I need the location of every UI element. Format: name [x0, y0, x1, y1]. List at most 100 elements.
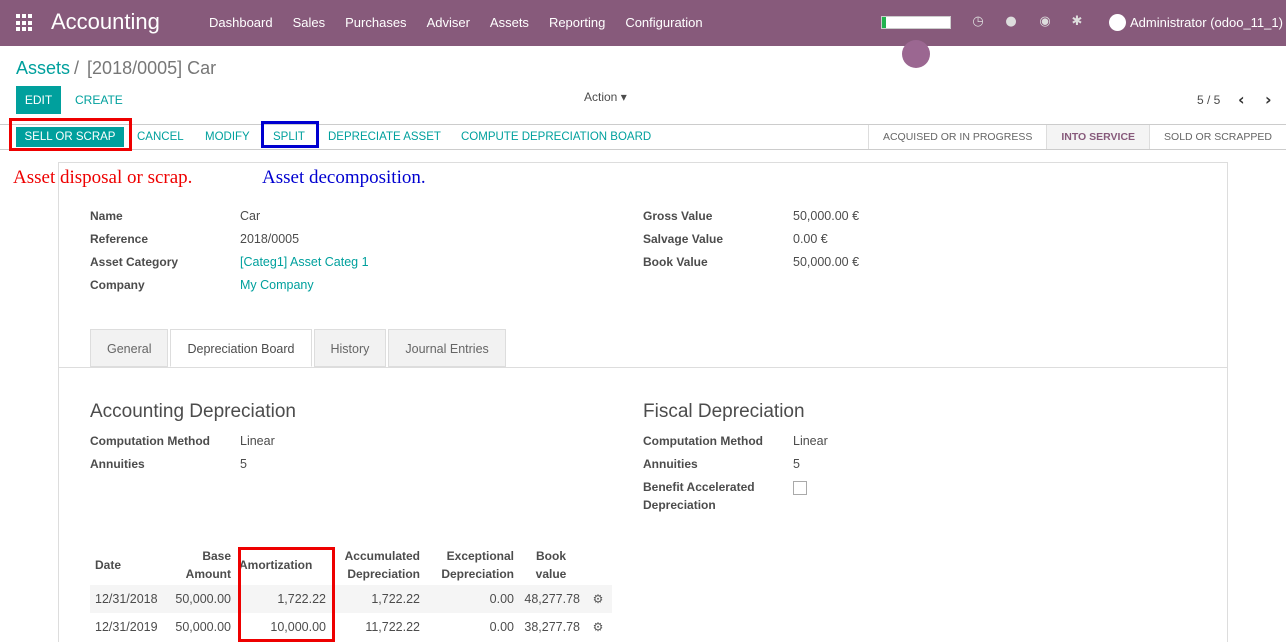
fiscal-depreciation-title: Fiscal Depreciation [643, 401, 805, 422]
stage-into-service[interactable]: INTO SERVICE [1046, 125, 1150, 149]
cancel-button[interactable]: CANCEL [137, 127, 184, 147]
header-accumulated-depreciation[interactable]: Accumulated Depreciation [330, 544, 424, 585]
highlight-amortization [238, 547, 335, 642]
header-book-value[interactable]: Book value [518, 544, 584, 585]
header-date[interactable]: Date [90, 544, 170, 585]
depreciation-table: Date Base Amount Amortization Accumulated… [90, 544, 612, 641]
benefit-accelerated-checkbox[interactable] [793, 481, 807, 495]
highlight-sell-or-scrap [9, 118, 132, 151]
label-name: Name [90, 209, 123, 223]
apps-menu-icon[interactable] [16, 14, 34, 32]
menu-dashboard[interactable]: Dashboard [209, 15, 273, 30]
progress-fill [882, 17, 887, 28]
table-row[interactable]: 12/31/2019 50,000.00 10,000.00 11,722.22… [90, 613, 612, 641]
action-dropdown[interactable]: Action ▾ [584, 90, 627, 104]
edit-button[interactable]: EDIT [16, 86, 61, 114]
chevron-right-icon[interactable]: › [1265, 90, 1272, 109]
chevron-left-icon[interactable]: ‹ [1238, 90, 1245, 109]
pager-value: 5 / 5 [1197, 93, 1221, 107]
breadcrumb-current: [2018/0005] Car [87, 58, 217, 78]
label-fis-method: Computation Method [643, 434, 763, 448]
top-navbar: Accounting Dashboard Sales Purchases Adv… [0, 0, 1286, 46]
tab-history[interactable]: History [313, 329, 387, 367]
label-company: Company [90, 278, 145, 292]
main-menu: Dashboard Sales Purchases Adviser Assets… [199, 15, 713, 30]
annotation-disposal: Asset disposal or scrap. [13, 167, 193, 188]
tab-general[interactable]: General [90, 329, 169, 367]
cell-accumulated: 1,722.22 [330, 585, 424, 613]
label-gross-value: Gross Value [643, 209, 713, 223]
accounting-depreciation-title: Accounting Depreciation [90, 401, 296, 422]
label-salvage-value: Salvage Value [643, 232, 724, 246]
value-company[interactable]: My Company [240, 278, 314, 292]
value-asset-category[interactable]: [Categ1] Asset Categ 1 [240, 255, 369, 269]
value-book-value: 50,000.00 € [793, 255, 860, 269]
annotation-decomposition: Asset decomposition. [262, 167, 426, 188]
value-fis-annuities: 5 [793, 457, 800, 471]
cell-date: 12/31/2018 [90, 585, 170, 613]
modify-button[interactable]: MODIFY [205, 127, 250, 147]
tab-journal-entries[interactable]: Journal Entries [388, 329, 506, 367]
app-title: Accounting [51, 9, 160, 34]
breadcrumb-assets[interactable]: Assets [16, 58, 70, 78]
progress-bar[interactable] [881, 16, 951, 29]
user-menu[interactable]: Administrator (odoo_11_1) [1109, 14, 1283, 31]
label-book-value: Book Value [643, 255, 708, 269]
tab-depreciation-board[interactable]: Depreciation Board [170, 329, 312, 367]
create-button[interactable]: CREATE [68, 86, 130, 114]
label-depreciation: Depreciation [643, 498, 716, 512]
clock-icon[interactable]: ◷ [971, 15, 985, 29]
cell-base-amount: 50,000.00 [175, 620, 231, 634]
cell-date: 12/31/2019 [95, 620, 158, 634]
gears-icon[interactable]: ⚙ [584, 613, 612, 641]
menu-assets[interactable]: Assets [490, 15, 529, 30]
cell-book-value: 38,277.78 [524, 620, 580, 634]
action-label: Action [584, 90, 618, 104]
value-name: Car [240, 209, 261, 223]
stage-sold-or-scrapped[interactable]: SOLD OR SCRAPPED [1149, 125, 1286, 149]
chat-icon[interactable]: ● [1004, 15, 1018, 29]
value-gross-value: 50,000.00 € [793, 209, 860, 223]
stage-pipeline: ACQUISED OR IN PROGRESS INTO SERVICE SOL… [867, 125, 1286, 149]
label-acc-annuities: Annuities [90, 457, 145, 471]
compute-depreciation-board-button[interactable]: COMPUTE DEPRECIATION BOARD [461, 127, 651, 147]
highlight-split [261, 121, 319, 148]
cell-base-amount: 50,000.00 [170, 585, 235, 613]
breadcrumb: Assets / [2018/0005] Car [16, 58, 216, 79]
cell-exceptional: 0.00 [489, 620, 514, 634]
label-fis-annuities: Annuities [643, 457, 698, 471]
table-row[interactable]: 12/31/2018 50,000.00 1,722.22 1,722.22 0… [90, 585, 612, 613]
menu-purchases[interactable]: Purchases [345, 15, 406, 30]
header-actions [584, 544, 612, 585]
value-acc-method: Linear [240, 434, 275, 448]
caret-down-icon: ▾ [620, 90, 627, 104]
value-acc-annuities: 5 [240, 457, 247, 471]
menu-configuration[interactable]: Configuration [625, 15, 702, 30]
stage-acquised[interactable]: ACQUISED OR IN PROGRESS [867, 125, 1046, 149]
value-reference: 2018/0005 [240, 232, 300, 246]
menu-adviser[interactable]: Adviser [427, 15, 470, 30]
cell-accumulated: 11,722.22 [365, 620, 420, 634]
label-benefit-accelerated: Benefit Accelerated [643, 480, 755, 494]
value-fis-method: Linear [793, 434, 828, 448]
statusbar: SELL OR SCRAP CANCEL MODIFY SPLIT DEPREC… [0, 124, 1286, 150]
depreciate-asset-button[interactable]: DEPRECIATE ASSET [328, 127, 441, 147]
menu-reporting[interactable]: Reporting [549, 15, 605, 30]
menu-sales[interactable]: Sales [293, 15, 326, 30]
cell-exceptional: 0.00 [424, 585, 518, 613]
cell-book-value: 48,277.78 [518, 585, 584, 613]
avatar [1109, 14, 1126, 31]
breadcrumb-separator: / [74, 58, 80, 78]
notebook-tabs: General Depreciation Board History Journ… [90, 329, 508, 367]
bug-icon[interactable]: ✱ [1070, 15, 1084, 29]
user-name: Administrator (odoo_11_1) [1130, 15, 1283, 30]
globe-icon[interactable]: ◉ [1038, 15, 1052, 29]
gears-icon[interactable]: ⚙ [584, 585, 612, 613]
header-exceptional-depreciation[interactable]: Exceptional Depreciation [424, 544, 518, 585]
label-acc-method: Computation Method [90, 434, 210, 448]
header-base-amount[interactable]: Base Amount [170, 544, 235, 585]
label-reference: Reference [90, 232, 149, 246]
value-salvage-value: 0.00 € [793, 232, 828, 246]
label-asset-category: Asset Category [90, 255, 179, 269]
loading-indicator [902, 40, 930, 68]
